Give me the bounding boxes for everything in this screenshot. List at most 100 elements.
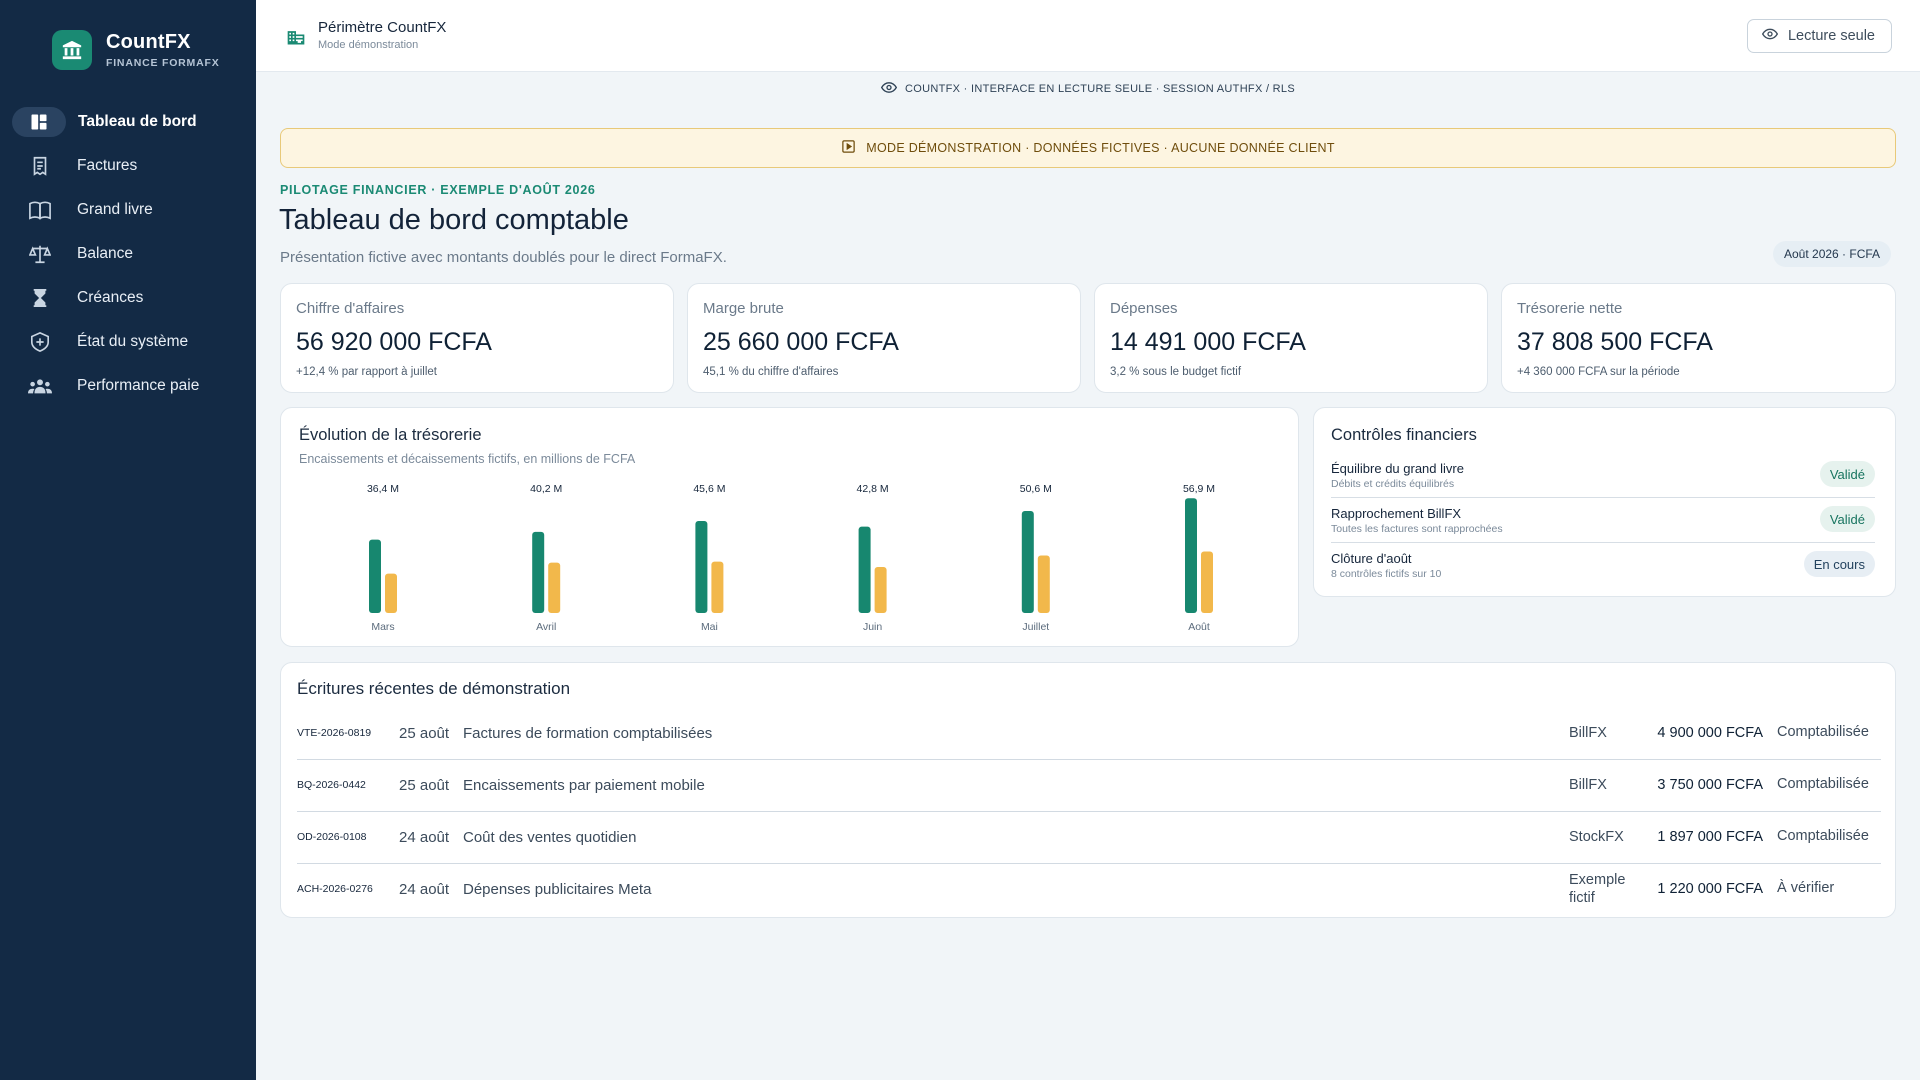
play-box-icon [841,139,856,157]
bar-data-label: 42,8 M [857,483,889,495]
bar-data-label: 50,6 M [1020,483,1052,495]
divider [1331,542,1875,543]
scope-title: Périmètre CountFX [318,19,447,36]
status-badge: Validé [1819,461,1875,487]
sidebar-item-system-status[interactable]: État du système [12,325,244,359]
dashboard-icon [12,107,66,137]
table-row[interactable]: ACH-2026-0276 24 août Dépenses publicita… [297,863,1881,915]
kpi-label: Trésorerie nette [1517,300,1623,317]
brand-name: CountFX [106,31,191,53]
bar-inflow[interactable] [1185,498,1197,613]
control-item: Rapprochement BillFX Toutes les factures… [1331,503,1875,547]
control-label: Rapprochement BillFX [1331,506,1462,521]
entry-status: À vérifier [1777,880,1835,897]
entries-title: Écritures récentes de démonstration [297,679,571,698]
sidebar-item-balance[interactable]: Balance [12,237,244,271]
page-title: Tableau de bord comptable [279,204,629,236]
entry-description: Factures de formation comptabilisées [463,724,713,742]
building-icon [286,27,306,52]
control-label: Clôture d'août [1331,551,1412,566]
entry-amount: 3 750 000 FCFA [1657,777,1763,793]
entry-description: Dépenses publicitaires Meta [463,880,652,898]
brand[interactable]: CountFX FINANCE FORMAFX [52,30,220,70]
control-item: Équilibre du grand livre Débits et crédi… [1331,458,1875,502]
brand-subtitle: FINANCE FORMAFX [106,57,220,69]
x-tick-label: Juin [863,621,882,633]
sidebar-item-ledger[interactable]: Grand livre [12,193,244,227]
sidebar-item-invoices[interactable]: Factures [12,149,244,183]
sidebar: CountFX FINANCE FORMAFX Tableau de bord … [0,0,256,1080]
sidebar-item-dashboard[interactable]: Tableau de bord [12,105,244,139]
entry-status: Comptabilisée [1777,776,1869,793]
people-icon [28,374,52,398]
bar-outflow[interactable] [1037,555,1050,613]
bar-outflow[interactable] [711,561,724,613]
kpi-value: 37 808 500 FCFA [1517,328,1713,356]
bar-data-label: 36,4 M [367,483,399,495]
sidebar-item-payroll[interactable]: Performance paie [12,369,244,403]
bar-inflow[interactable] [858,526,871,613]
entry-description: Encaissements par paiement mobile [463,776,705,794]
entry-id: BQ-2026-0442 [297,779,366,791]
read-only-button[interactable]: Lecture seule [1746,19,1892,53]
entry-id: VTE-2026-0819 [297,727,372,739]
kpi-value: 14 491 000 FCFA [1110,328,1306,356]
control-description: Toutes les factures sont rapprochées [1331,523,1503,535]
x-tick-label: Juillet [1022,621,1049,633]
entry-date: 25 août [399,724,450,742]
bar-data-label: 56,9 M [1183,483,1215,495]
bar-outflow[interactable] [548,562,561,613]
book-icon [28,198,52,222]
sidebar-item-label: Performance paie [77,377,200,394]
session-bar: COUNTFX · INTERFACE EN LECTURE SEULE · S… [256,72,1920,106]
eye-icon [1761,28,1779,44]
sidebar-item-label: Tableau de bord [78,113,197,130]
kpi-label: Dépenses [1110,300,1178,317]
sidebar-item-label: Balance [77,245,134,262]
kpi-note: 3,2 % sous le budget fictif [1110,366,1242,378]
read-only-label: Lecture seule [1787,28,1875,44]
control-item: Clôture d'août 8 contrôles fictifs sur 1… [1331,548,1875,592]
table-row[interactable]: BQ-2026-0442 25 août Encaissements par p… [297,759,1881,811]
bar-inflow[interactable] [532,531,545,613]
sidebar-nav: Tableau de bord Factures Grand livre Bal… [12,105,244,413]
page-kicker: PILOTAGE FINANCIER · EXEMPLE D'AOÛT 2026 [280,183,596,197]
session-text: COUNTFX · INTERFACE EN LECTURE SEULE · S… [905,83,1295,95]
treasury-chart-card: Évolution de la trésorerie Encaissements… [280,407,1299,647]
x-tick-label: Août [1188,621,1210,633]
kpi-value: 56 920 000 FCFA [296,328,492,356]
x-tick-label: Avril [536,621,556,633]
entry-amount: 4 900 000 FCFA [1657,725,1763,741]
bar-inflow[interactable] [369,539,381,613]
kpi-label: Marge brute [703,300,784,317]
x-tick-label: Mars [371,621,394,633]
scope-subtitle: Mode démonstration [318,39,419,51]
divider [1331,497,1875,498]
eye-icon [880,82,898,96]
bar-data-label: 45,6 M [693,483,725,495]
sidebar-item-receivables[interactable]: Créances [12,281,244,315]
demo-banner: MODE DÉMONSTRATION · DONNÉES FICTIVES · … [280,128,1896,168]
shield-icon [28,330,52,354]
financial-controls-card: Contrôles financiers Équilibre du grand … [1313,407,1896,597]
kpi-value: 25 660 000 FCFA [703,328,899,356]
bar-inflow[interactable] [695,521,708,613]
table-row[interactable]: OD-2026-0108 24 août Coût des ventes quo… [297,811,1881,863]
demo-banner-text: MODE DÉMONSTRATION · DONNÉES FICTIVES · … [866,141,1335,155]
table-row[interactable]: VTE-2026-0819 25 août Factures de format… [297,707,1881,759]
kpi-card-gross-margin: Marge brute 25 660 000 FCFA 45,1 % du ch… [687,283,1081,393]
bar-inflow[interactable] [1021,510,1034,613]
kpi-note: 45,1 % du chiffre d'affaires [703,366,839,378]
bar-outflow[interactable] [874,567,887,613]
entry-description: Coût des ventes quotidien [463,828,637,846]
topbar: Périmètre CountFX Mode démonstration Lec… [256,0,1920,72]
kpi-label: Chiffre d'affaires [296,300,405,317]
kpi-note: +4 360 000 FCFA sur la période [1517,366,1680,378]
kpi-card-revenue: Chiffre d'affaires 56 920 000 FCFA +12,4… [280,283,674,393]
entry-id: ACH-2026-0276 [297,883,373,895]
bar-outflow[interactable] [385,573,397,613]
entry-status: Comptabilisée [1777,828,1869,845]
entry-date: 24 août [399,880,450,898]
sidebar-item-label: État du système [77,333,189,350]
bar-outflow[interactable] [1201,551,1213,613]
